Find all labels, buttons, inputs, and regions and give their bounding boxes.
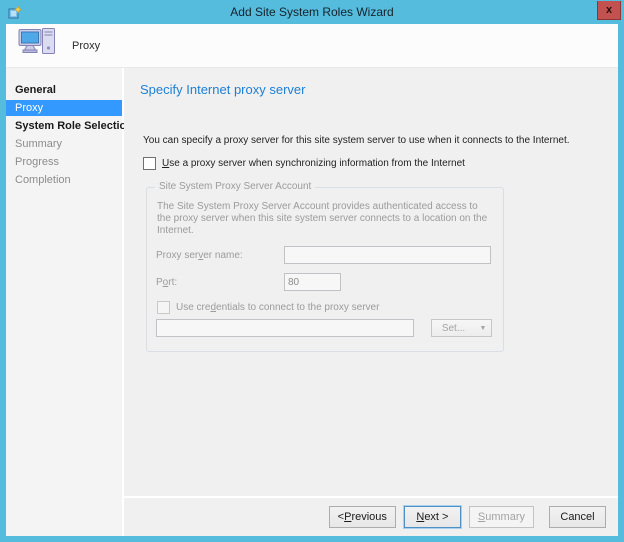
proxy-server-name-input[interactable] [284, 246, 491, 264]
next-button[interactable]: Next > [404, 506, 461, 528]
proxy-server-name-label: Proxy server name: [156, 250, 284, 261]
wizard-steps-sidebar: General Proxy System Role Selection Summ… [6, 68, 124, 536]
sidebar-item-proxy: Proxy [6, 100, 122, 116]
sidebar-item-completion: Completion [6, 172, 122, 188]
credentials-account-input[interactable] [156, 319, 414, 337]
wizard-page-content: Specify Internet proxy server You can sp… [124, 68, 618, 496]
port-label: Port: [156, 277, 284, 288]
credentials-account-row: Set... ▼ [156, 319, 493, 337]
cancel-button[interactable]: Cancel [549, 506, 606, 528]
titlebar[interactable]: Add Site System Roles Wizard x [6, 0, 618, 24]
proxy-server-name-row: Proxy server name: [156, 246, 493, 264]
groupbox-description: The Site System Proxy Server Account pro… [157, 201, 493, 237]
page-title: Proxy [72, 40, 100, 52]
page-heading: Specify Internet proxy server [140, 82, 602, 97]
wizard-page-header: Proxy [6, 24, 618, 68]
proxy-account-groupbox: Site System Proxy Server Account The Sit… [146, 187, 504, 352]
port-row: Port: [156, 273, 493, 291]
sidebar-item-system-role-selection: System Role Selection [6, 118, 122, 134]
use-proxy-checkbox-label[interactable]: Use a proxy server when synchronizing in… [162, 158, 465, 169]
window-title: Add Site System Roles Wizard [6, 5, 618, 19]
summary-button[interactable]: Summary [469, 506, 534, 528]
port-input[interactable] [284, 273, 341, 291]
computer-icon [18, 27, 56, 64]
wizard-window: Add Site System Roles Wizard x Proxy [0, 0, 624, 542]
use-proxy-checkbox-row: Use a proxy server when synchronizing in… [143, 157, 602, 170]
sidebar-item-summary: Summary [6, 136, 122, 152]
previous-button[interactable]: < Previous [329, 506, 396, 528]
intro-text: You can specify a proxy server for this … [143, 135, 602, 146]
groupbox-legend: Site System Proxy Server Account [155, 181, 315, 192]
sidebar-item-progress: Progress [6, 154, 122, 170]
wizard-button-bar: < Previous Next > Summary Cancel [124, 496, 618, 536]
set-account-button-label: Set... [432, 323, 475, 334]
close-icon: x [606, 4, 612, 16]
use-proxy-checkbox[interactable] [143, 157, 156, 170]
sidebar-item-general: General [6, 82, 122, 98]
chevron-down-icon: ▼ [475, 325, 491, 332]
use-credentials-checkbox-row: Use credentials to connect to the proxy … [157, 301, 493, 314]
use-credentials-checkbox[interactable] [157, 301, 170, 314]
set-account-button[interactable]: Set... ▼ [431, 319, 492, 337]
use-credentials-checkbox-label: Use credentials to connect to the proxy … [176, 302, 379, 313]
close-button[interactable]: x [597, 1, 621, 20]
